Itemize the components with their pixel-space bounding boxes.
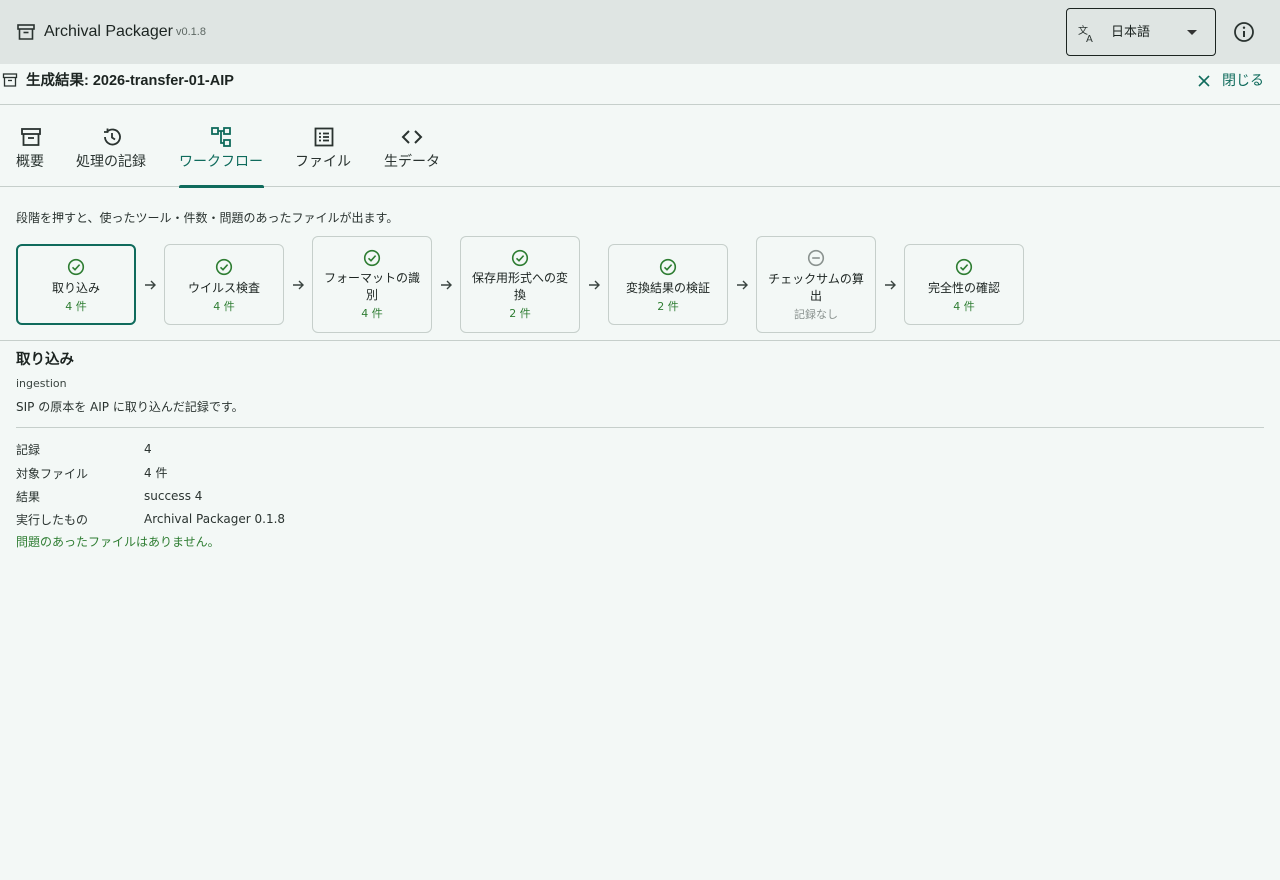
- step-format-identification[interactable]: フォーマットの識 別 4 件: [312, 236, 432, 333]
- archive-icon: [17, 24, 35, 40]
- step-count: 2 件: [657, 300, 679, 313]
- translate-icon: 文 A: [1078, 24, 1093, 43]
- app-title: Archival Packager: [44, 23, 173, 40]
- tab-history[interactable]: 処理の記録: [76, 105, 148, 187]
- active-tab-indicator: [179, 185, 264, 188]
- check-circle-icon: [363, 249, 381, 267]
- tab-overview[interactable]: 概要: [16, 105, 46, 187]
- step-virus-scan[interactable]: ウイルス検査 4 件: [164, 244, 284, 325]
- archive-icon: [2, 73, 18, 87]
- detail-label-files: 対象ファイル: [16, 467, 89, 481]
- close-label: 閉じる: [1222, 73, 1264, 89]
- check-circle-icon: [67, 258, 85, 276]
- arrow-right-icon: [441, 280, 452, 290]
- app-bar: Archival Packager v0.1.8 文 A 日本語: [0, 0, 1280, 64]
- minus-circle-icon: [807, 249, 825, 267]
- no-problem-message: 問題のあったファイルはありません。: [16, 535, 220, 549]
- tab-label: ワークフロー: [179, 154, 263, 170]
- tab-bar: 概要 処理の記録 ワークフロー ファイル 生データ: [0, 105, 1280, 188]
- check-circle-icon: [215, 258, 233, 276]
- step-checksum[interactable]: チェックサムの算 出 記録なし: [756, 236, 876, 333]
- arrow-right-icon: [885, 280, 896, 290]
- step-count: 4 件: [213, 300, 235, 313]
- detail-description: SIP の原本を AIP に取り込んだ記録です。: [16, 400, 244, 414]
- arrow-right-icon: [145, 280, 156, 290]
- close-icon: [1198, 75, 1210, 87]
- step-integrity-check[interactable]: 完全性の確認 4 件: [904, 244, 1024, 325]
- detail-label-agent: 実行したもの: [16, 513, 89, 527]
- tab-label: 概要: [16, 154, 44, 170]
- divider: [0, 340, 1280, 341]
- language-value: 日本語: [1111, 25, 1151, 40]
- step-name-line: 換: [513, 288, 526, 302]
- code-icon: [401, 130, 423, 144]
- app-version: v0.1.8: [176, 26, 206, 38]
- tab-raw-data[interactable]: 生データ: [384, 105, 441, 187]
- step-name-line: フォーマットの識: [323, 271, 420, 285]
- tab-label: ファイル: [295, 154, 351, 170]
- archive-icon: [21, 128, 41, 146]
- arrow-right-icon: [293, 280, 304, 290]
- detail-label-result: 結果: [16, 490, 41, 504]
- step-ingestion[interactable]: 取り込み 4 件: [16, 244, 136, 325]
- check-circle-icon: [955, 258, 973, 276]
- detail-value-files: 4 件: [144, 466, 168, 480]
- history-icon: [104, 128, 121, 146]
- detail-value-agent: Archival Packager 0.1.8: [144, 512, 286, 526]
- workflow-hint: 段階を押すと、使ったツール・件数・問題のあったファイルが出ます。: [16, 211, 399, 225]
- step-name-line: チェックサムの算: [768, 272, 864, 286]
- step-name: 完全性の確認: [927, 281, 1000, 295]
- detail-id: ingestion: [16, 377, 67, 390]
- step-name: 取り込み: [51, 281, 100, 295]
- tab-files[interactable]: ファイル: [295, 105, 352, 187]
- step-count: 2 件: [509, 307, 531, 320]
- language-select[interactable]: 文 A 日本語: [1066, 8, 1216, 56]
- step-count: 4 件: [361, 307, 383, 320]
- workflow-icon: [211, 127, 231, 147]
- step-name: 変換結果の検証: [625, 281, 710, 295]
- check-circle-icon: [659, 258, 677, 276]
- info-icon[interactable]: [1232, 20, 1256, 44]
- step-count: 4 件: [65, 300, 87, 313]
- tab-label: 処理の記録: [76, 154, 146, 170]
- list-icon: [314, 127, 334, 147]
- caret-down-icon: [1187, 30, 1197, 35]
- detail-value-records: 4: [144, 442, 152, 456]
- detail-label-records: 記録: [16, 443, 41, 457]
- step-name-line: 保存用形式への変: [471, 271, 568, 285]
- step-count: 4 件: [953, 300, 975, 313]
- detail-value-result: success 4: [144, 489, 203, 503]
- step-name: ウイルス検査: [187, 281, 260, 295]
- step-count: 記録なし: [794, 308, 838, 321]
- step-name-line: 別: [365, 288, 378, 302]
- tab-workflow[interactable]: ワークフロー: [179, 105, 264, 188]
- arrow-right-icon: [589, 280, 600, 290]
- step-normalization[interactable]: 保存用形式への変 換 2 件: [460, 236, 580, 333]
- divider: [16, 427, 1264, 428]
- svg-text:A: A: [1086, 34, 1093, 43]
- page-title: 生成結果: 2026-transfer-01-AIP: [26, 73, 234, 89]
- step-name-line: 出: [809, 289, 822, 303]
- step-validation[interactable]: 変換結果の検証 2 件: [608, 244, 728, 325]
- detail-title: 取り込み: [16, 352, 74, 368]
- result-header: 生成結果: 2026-transfer-01-AIP 閉じる: [0, 64, 1280, 105]
- check-circle-icon: [511, 249, 529, 267]
- tab-label: 生データ: [384, 154, 440, 170]
- arrow-right-icon: [737, 280, 748, 290]
